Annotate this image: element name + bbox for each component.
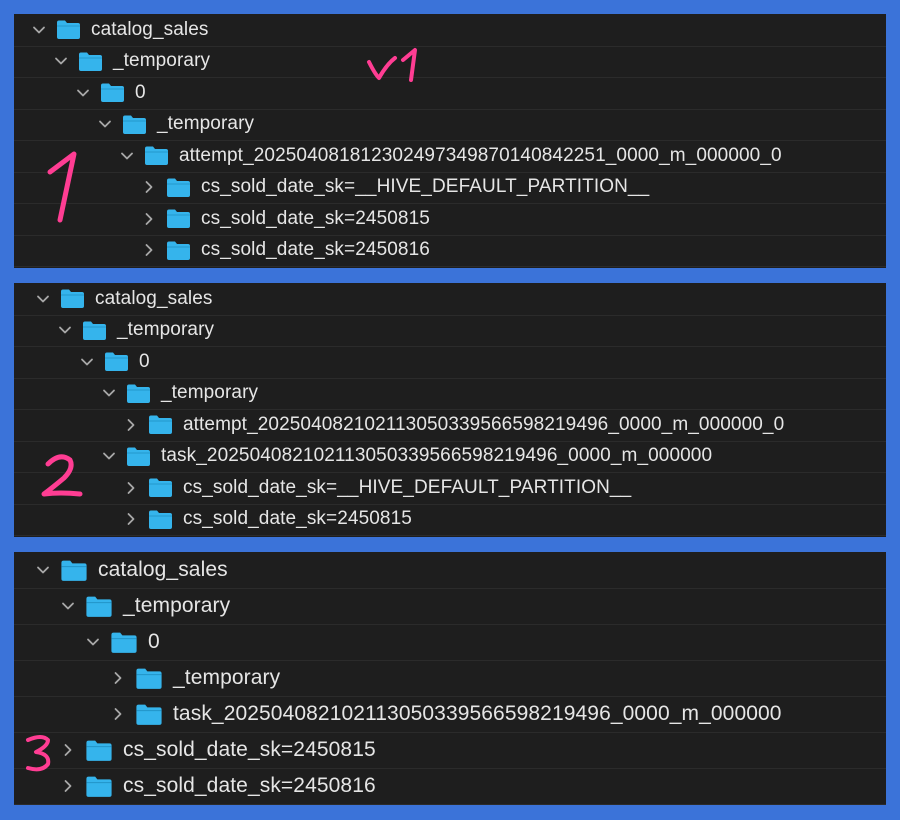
folder-icon	[60, 559, 88, 582]
chevron-right-icon[interactable]	[59, 741, 77, 759]
folder-name: catalog_sales	[91, 18, 209, 40]
folder-icon	[100, 82, 125, 103]
folder-icon	[110, 631, 138, 654]
folder-name: _temporary	[161, 382, 259, 404]
folder-icon	[85, 775, 113, 798]
folder-icon	[166, 208, 191, 229]
tree-row[interactable]: cs_sold_date_sk=2450815	[14, 504, 886, 536]
chevron-down-icon[interactable]	[34, 561, 52, 579]
folder-icon	[78, 51, 103, 72]
folder-name: cs_sold_date_sk=2450816	[123, 774, 376, 797]
chevron-down-icon[interactable]	[56, 321, 74, 339]
finder-panel-1: catalog_sales _temporary 0 _temporaryattemp…	[14, 14, 886, 268]
tree-row[interactable]: attempt_20250408181230249734987014084225…	[14, 140, 886, 173]
folder-icon	[144, 145, 169, 166]
tree-row[interactable]: catalog_sales	[14, 552, 886, 589]
folder-name: _temporary	[157, 113, 255, 135]
folder-name: _temporary	[173, 666, 281, 689]
chevron-down-icon[interactable]	[100, 384, 118, 402]
chevron-down-icon[interactable]	[100, 447, 118, 465]
tree-row[interactable]: cs_sold_date_sk=2450816	[14, 235, 886, 267]
chevron-down-icon[interactable]	[34, 290, 52, 308]
chevron-right-icon[interactable]	[140, 210, 158, 228]
tree-row[interactable]: cs_sold_date_sk=2450815	[14, 732, 886, 769]
tree-row[interactable]: 0	[14, 77, 886, 110]
folder-icon	[56, 19, 81, 40]
folder-icon	[104, 351, 129, 372]
folder-name: cs_sold_date_sk=__HIVE_DEFAULT_PARTITION…	[201, 176, 650, 198]
chevron-down-icon[interactable]	[52, 52, 70, 70]
tree-row[interactable]: cs_sold_date_sk=2450815	[14, 203, 886, 236]
chevron-down-icon[interactable]	[84, 633, 102, 651]
chevron-down-icon[interactable]	[59, 597, 77, 615]
tree-row[interactable]: 0	[14, 624, 886, 661]
tree-row[interactable]: _temporary	[14, 378, 886, 410]
chevron-down-icon[interactable]	[96, 115, 114, 133]
chevron-right-icon[interactable]	[140, 178, 158, 196]
folder-name: cs_sold_date_sk=__HIVE_DEFAULT_PARTITION…	[183, 476, 632, 498]
folder-icon	[85, 595, 113, 618]
folder-icon	[148, 509, 173, 530]
folder-name: attempt_20250408210211305033956659821949…	[183, 413, 785, 435]
chevron-right-icon[interactable]	[59, 777, 77, 795]
tree-row[interactable]: _temporary	[14, 315, 886, 347]
folder-name: _temporary	[117, 319, 215, 341]
folder-name: catalog_sales	[98, 558, 228, 581]
folder-name: 0	[148, 630, 160, 653]
chevron-down-icon[interactable]	[74, 84, 92, 102]
folder-icon	[135, 703, 163, 726]
tree-row[interactable]: _temporary	[14, 660, 886, 697]
tree-row[interactable]: attempt_20250408210211305033956659821949…	[14, 409, 886, 442]
chevron-right-icon[interactable]	[122, 510, 140, 528]
folder-name: _temporary	[123, 594, 231, 617]
folder-icon	[82, 320, 107, 341]
folder-name: 0	[139, 350, 150, 372]
folder-icon	[148, 477, 173, 498]
folder-name: _temporary	[113, 50, 211, 72]
tree-row[interactable]: catalog_sales	[14, 283, 886, 316]
tree-row[interactable]: _temporary	[14, 46, 886, 78]
chevron-right-icon[interactable]	[109, 669, 127, 687]
folder-icon	[60, 288, 85, 309]
chevron-right-icon[interactable]	[122, 479, 140, 497]
folder-icon	[135, 667, 163, 690]
folder-icon	[166, 240, 191, 261]
chevron-down-icon[interactable]	[78, 353, 96, 371]
finder-panel-3: catalog_sales _temporary 0 _temporary task_2…	[14, 552, 886, 805]
finder-panel-2: catalog_sales _temporary 0 _temporaryattemp…	[14, 283, 886, 537]
folder-icon	[166, 177, 191, 198]
folder-icon	[126, 383, 151, 404]
tree-row[interactable]: cs_sold_date_sk=__HIVE_DEFAULT_PARTITION…	[14, 472, 886, 505]
folder-icon	[148, 414, 173, 435]
tree-row[interactable]: cs_sold_date_sk=2450816	[14, 768, 886, 805]
folder-name: cs_sold_date_sk=2450815	[123, 738, 376, 761]
tree-row[interactable]: cs_sold_date_sk=__HIVE_DEFAULT_PARTITION…	[14, 172, 886, 204]
chevron-right-icon[interactable]	[109, 705, 127, 723]
folder-name: attempt_20250408181230249734987014084225…	[179, 144, 782, 166]
folder-name: task_202504082102113050339566598219496_0…	[161, 445, 713, 467]
folder-name: 0	[135, 81, 146, 103]
tree-row[interactable]: task_202504082102113050339566598219496_0…	[14, 696, 886, 733]
folder-icon	[85, 739, 113, 762]
folder-name: cs_sold_date_sk=2450816	[201, 239, 430, 261]
chevron-down-icon[interactable]	[118, 147, 136, 165]
folder-icon	[122, 114, 147, 135]
tree-row[interactable]: _temporary	[14, 588, 886, 625]
tree-row[interactable]: 0	[14, 346, 886, 379]
folder-name: task_202504082102113050339566598219496_0…	[173, 702, 782, 725]
tree-row[interactable]: _temporary	[14, 109, 886, 141]
chevron-right-icon[interactable]	[122, 416, 140, 434]
folder-icon	[126, 446, 151, 467]
chevron-down-icon[interactable]	[30, 21, 48, 39]
chevron-right-icon[interactable]	[140, 241, 158, 259]
tree-row[interactable]: task_202504082102113050339566598219496_0…	[14, 441, 886, 473]
folder-name: catalog_sales	[95, 287, 213, 309]
tree-row[interactable]: catalog_sales	[14, 14, 886, 47]
folder-name: cs_sold_date_sk=2450815	[201, 207, 430, 229]
folder-name: cs_sold_date_sk=2450815	[183, 508, 412, 530]
